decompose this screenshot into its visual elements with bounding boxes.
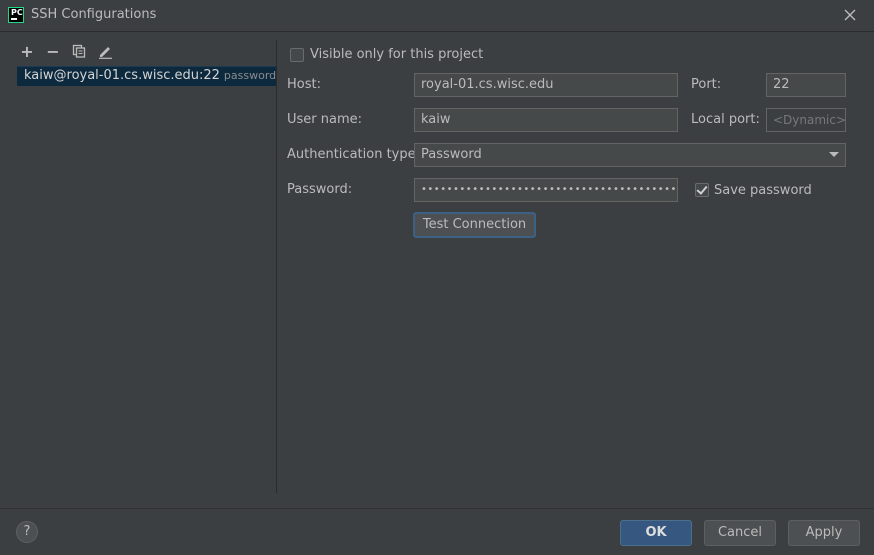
- help-button[interactable]: ?: [16, 521, 38, 543]
- pycharm-logo-icon: PC: [8, 7, 24, 23]
- username-label: User name:: [287, 112, 363, 127]
- local-port-label: Local port:: [691, 112, 760, 127]
- host-input[interactable]: royal-01.cs.wisc.edu: [414, 73, 678, 97]
- port-label: Port:: [691, 77, 722, 92]
- auth-type-select[interactable]: Password: [414, 143, 846, 167]
- visible-only-checkbox[interactable]: [290, 48, 304, 62]
- close-icon: [844, 9, 856, 21]
- footer-separator: [0, 508, 874, 509]
- window-title: SSH Configurations: [31, 7, 157, 22]
- config-list-item[interactable]: kaiw@royal-01.cs.wisc.edu:22 password: [17, 66, 276, 86]
- visible-only-label: Visible only for this project: [310, 47, 484, 62]
- apply-button[interactable]: Apply: [788, 520, 860, 546]
- config-form: Visible only for this project Host: roya…: [277, 31, 874, 508]
- config-toolbar: + −: [18, 41, 114, 61]
- password-input[interactable]: ••••••••••••••••••••••••••••••••••••••••…: [414, 178, 678, 202]
- edit-button[interactable]: [96, 41, 114, 61]
- add-icon: +: [20, 41, 34, 61]
- port-input[interactable]: 22: [766, 73, 846, 97]
- password-label: Password:: [287, 182, 353, 197]
- pencil-icon: [98, 46, 112, 59]
- configurations-panel: + − kaiw@royal-01.cs.wisc.edu:22 password: [0, 31, 276, 493]
- host-label: Host:: [287, 77, 321, 92]
- chevron-down-icon: [829, 152, 839, 157]
- ok-button[interactable]: OK: [620, 520, 692, 546]
- copy-icon: [72, 44, 86, 58]
- copy-button[interactable]: [70, 41, 88, 61]
- title-bar: PC SSH Configurations: [0, 0, 874, 32]
- local-port-input[interactable]: <Dynamic>: [766, 108, 846, 132]
- remove-icon: −: [46, 41, 60, 61]
- auth-type-value: Password: [421, 147, 482, 162]
- help-icon: ?: [23, 524, 31, 539]
- test-connection-button[interactable]: Test Connection: [413, 212, 536, 238]
- config-auth-type: password: [223, 69, 277, 82]
- save-password-label: Save password: [714, 183, 812, 198]
- app-badge-text: PC: [11, 8, 23, 17]
- close-button[interactable]: [840, 5, 860, 25]
- config-label: kaiw@royal-01.cs.wisc.edu:22: [24, 68, 220, 83]
- remove-button[interactable]: −: [44, 41, 62, 61]
- auth-type-label: Authentication type:: [287, 147, 420, 162]
- add-button[interactable]: +: [18, 41, 36, 61]
- save-password-checkbox[interactable]: [695, 183, 709, 197]
- username-input[interactable]: kaiw: [414, 108, 678, 132]
- cancel-button[interactable]: Cancel: [704, 520, 776, 546]
